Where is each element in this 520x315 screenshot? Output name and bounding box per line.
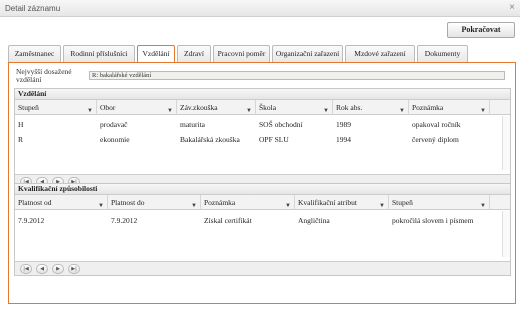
cell: pokročilá slovem i písmem (392, 216, 474, 225)
column-header[interactable]: Škola ▼ (256, 100, 333, 115)
column-label: Platnost od (18, 198, 52, 207)
tab-org-assignment[interactable]: Organizační zařazení (272, 45, 343, 62)
qualifications-title: Kvalifikační způsobilosti (15, 184, 510, 195)
close-icon[interactable]: × (509, 2, 515, 13)
tab-salary-assignment[interactable]: Mzdové zařazení (345, 45, 415, 62)
column-header[interactable]: Stupeň ▼ (389, 195, 490, 210)
window-title: Detail záznamu (5, 4, 61, 13)
cell: 7.9.2012 (18, 216, 45, 225)
qualifications-grid: Kvalifikační způsobilosti Platnost od ▼ P… (14, 183, 511, 276)
first-page-button[interactable]: |◀ (20, 264, 32, 274)
column-header[interactable]: Poznámka ▼ (409, 100, 490, 115)
table-row[interactable]: R ekonomie Bakalářská zkouška OPF SLU 19… (15, 132, 510, 147)
cell: R (18, 135, 24, 144)
prev-page-button[interactable]: ◀ (36, 264, 48, 274)
column-label: Stupeň (392, 198, 413, 207)
cell: prodavač (100, 120, 128, 129)
column-label: Záv.zkouška (180, 103, 218, 112)
tab-health[interactable]: Zdraví (177, 45, 211, 62)
column-header[interactable]: Poznámka ▼ (201, 195, 295, 210)
column-label: Kvalifikační atribut (298, 198, 357, 207)
cell: červený diplom (412, 135, 459, 144)
continue-button[interactable]: Pokračovat (447, 22, 515, 38)
column-header[interactable]: Obor ▼ (97, 100, 177, 115)
qualifications-header: Platnost od ▼ Platnost do ▼ Poznámka ▼ Kval… (15, 195, 510, 210)
cell: opakoval ročník (412, 120, 461, 129)
highest-education-field[interactable]: R: bakalářské vzdělání (89, 71, 505, 80)
cell: SOŠ obchodní (259, 120, 303, 129)
cell: Získal certifikát (204, 216, 252, 225)
cell: Bakalářská zkouška (180, 135, 240, 144)
education-grid: Vzdělání Stupeň ▼ Obor ▼ Záv.zkouška ▼ Škol… (14, 88, 511, 189)
column-header[interactable]: Platnost do ▼ (108, 195, 201, 210)
column-header[interactable]: Rok abs. ▼ (333, 100, 409, 115)
column-header[interactable]: Záv.zkouška ▼ (177, 100, 256, 115)
tab-documents[interactable]: Dokumenty (417, 45, 468, 62)
next-page-button[interactable]: ▶ (52, 264, 64, 274)
education-title: Vzdělání (15, 89, 510, 100)
column-header[interactable]: Platnost od ▼ (15, 195, 108, 210)
tab-panel-education: Nejvyšší dosažené vzdělání R: bakalářské… (8, 62, 516, 304)
highest-education-label: Nejvyšší dosažené vzdělání (16, 67, 72, 84)
table-row[interactable]: H prodavač maturita SOŠ obchodní 1989 op… (15, 117, 510, 132)
filter-icon[interactable]: ▼ (480, 199, 486, 214)
filter-icon[interactable]: ▼ (379, 199, 385, 214)
column-header[interactable]: Stupeň ▼ (15, 100, 97, 115)
tab-employment[interactable]: Pracovní poměr (213, 45, 270, 62)
tab-education[interactable]: Vzdělání (137, 45, 175, 63)
column-label: Platnost do (111, 198, 145, 207)
cell: 1989 (336, 120, 351, 129)
cell: maturita (180, 120, 205, 129)
cell: H (18, 120, 24, 129)
cell: ekonomie (100, 135, 130, 144)
cell: OPF SLU (259, 135, 289, 144)
vertical-scrollbar[interactable] (502, 116, 510, 170)
column-label: Škola (259, 103, 277, 112)
filter-icon[interactable]: ▼ (285, 199, 291, 214)
column-header[interactable]: Kvalifikační atribut ▼ (295, 195, 389, 210)
column-label: Poznámka (412, 103, 444, 112)
title-bar: Detail záznamu × (0, 0, 520, 17)
column-label: Poznámka (204, 198, 236, 207)
cell: 7.9.2012 (111, 216, 138, 225)
cell: Angličtina (298, 216, 330, 225)
education-header: Stupeň ▼ Obor ▼ Záv.zkouška ▼ Škola ▼ Rok ab… (15, 100, 510, 115)
column-label: Obor (100, 103, 116, 112)
column-label: Stupeň (18, 103, 39, 112)
filter-icon[interactable]: ▼ (98, 199, 104, 214)
tab-family[interactable]: Rodinní příslušníci (63, 45, 135, 62)
cell: 1994 (336, 135, 351, 144)
column-label: Rok abs. (336, 103, 363, 112)
last-page-button[interactable]: ▶| (68, 264, 80, 274)
table-row[interactable]: 7.9.2012 7.9.2012 Získal certifikát Angl… (15, 213, 510, 228)
tab-employee[interactable]: Zaměstnanec (8, 45, 61, 62)
qualifications-pager: |◀ ◀ ▶ ▶| (15, 261, 510, 275)
vertical-scrollbar[interactable] (502, 211, 510, 257)
filter-icon[interactable]: ▼ (191, 199, 197, 214)
